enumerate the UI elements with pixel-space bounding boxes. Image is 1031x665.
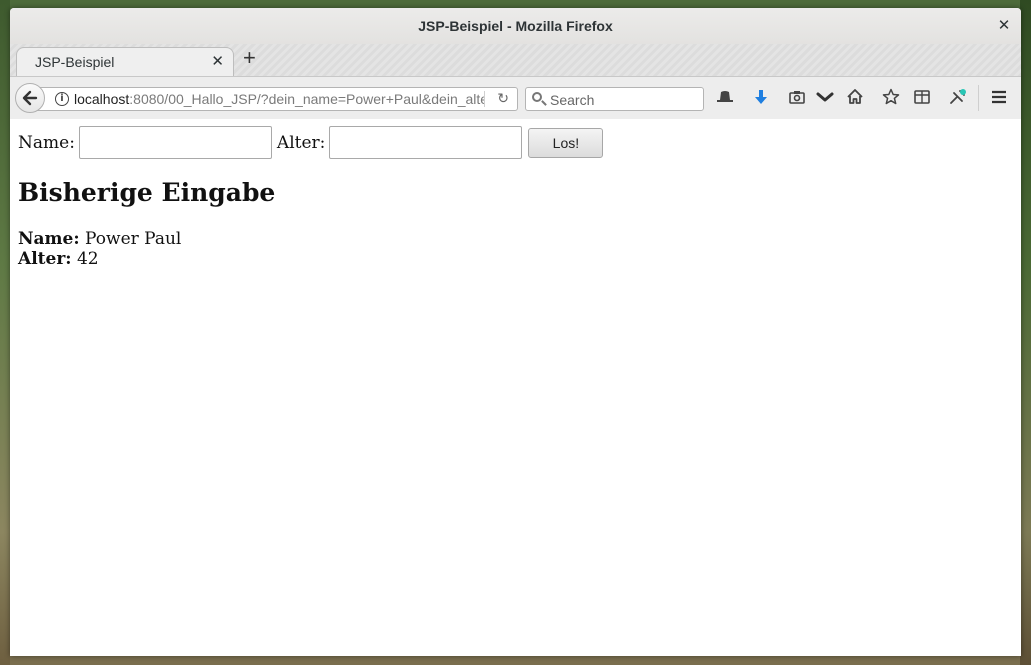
back-icon	[22, 90, 38, 106]
download-icon[interactable]	[750, 87, 772, 109]
name-input[interactable]	[78, 126, 272, 159]
tab-bar: JSP-Beispiel ✕ +	[10, 44, 1021, 77]
search-bar[interactable]	[525, 87, 704, 111]
url-separator	[484, 91, 485, 107]
tab-close-icon[interactable]: ✕	[211, 52, 224, 70]
input-form: Name: Alter: Los!	[18, 126, 604, 159]
tab-jsp-beispiel[interactable]: JSP-Beispiel ✕	[16, 47, 234, 76]
reload-icon[interactable]: ↻	[497, 90, 509, 107]
page-heading: Bisherige Eingabe	[18, 178, 276, 207]
search-icon	[532, 92, 542, 102]
age-input[interactable]	[329, 126, 523, 159]
result-age-value: 42	[76, 249, 99, 269]
hat-icon[interactable]	[714, 87, 736, 109]
previous-input: Name: Power Paul Alter: 42	[18, 229, 181, 269]
result-age-row: Alter: 42	[18, 249, 181, 269]
pocket-icon[interactable]	[814, 87, 836, 109]
tab-label: JSP-Beispiel	[35, 54, 115, 70]
result-name-row: Name: Power Paul	[18, 229, 181, 249]
desktop-background-left	[0, 0, 10, 665]
age-label: Alter:	[276, 132, 326, 153]
search-input[interactable]	[548, 90, 702, 110]
bookmark-star-icon[interactable]	[880, 87, 902, 109]
url-host: localhost	[74, 91, 130, 107]
home-icon[interactable]	[844, 87, 866, 109]
browser-window: JSP-Beispiel - Mozilla Firefox ✕ JSP-Bei…	[10, 8, 1021, 656]
url-text[interactable]: localhost:8080/00_Hallo_JSP/?dein_name=P…	[74, 91, 484, 107]
window-close-button[interactable]: ✕	[995, 17, 1013, 35]
result-name-value: Power Paul	[85, 229, 182, 249]
submit-button[interactable]: Los!	[528, 127, 604, 158]
url-path: :8080/00_Hallo_JSP/?dein_name=Power+Paul…	[129, 91, 484, 107]
toolbar-separator	[978, 85, 979, 111]
back-button[interactable]	[15, 83, 45, 113]
info-icon[interactable]: i	[55, 92, 69, 106]
page-content: Name: Alter: Los! Bisherige Eingabe Name…	[10, 119, 1021, 656]
desktop-background-right	[1020, 0, 1031, 665]
extension-icon[interactable]	[947, 87, 969, 109]
new-tab-button[interactable]: +	[243, 45, 256, 71]
title-bar: JSP-Beispiel - Mozilla Firefox ✕	[10, 8, 1021, 44]
result-age-label: Alter:	[18, 249, 72, 269]
navigation-toolbar: i localhost:8080/00_Hallo_JSP/?dein_name…	[10, 77, 1021, 120]
result-name-label: Name:	[18, 229, 80, 249]
window-title: JSP-Beispiel - Mozilla Firefox	[418, 18, 613, 34]
name-label: Name:	[18, 132, 75, 153]
menu-icon[interactable]	[988, 87, 1010, 109]
screenshot-icon[interactable]	[786, 87, 808, 109]
url-bar[interactable]: i localhost:8080/00_Hallo_JSP/?dein_name…	[32, 87, 518, 111]
reader-icon[interactable]	[911, 87, 933, 109]
